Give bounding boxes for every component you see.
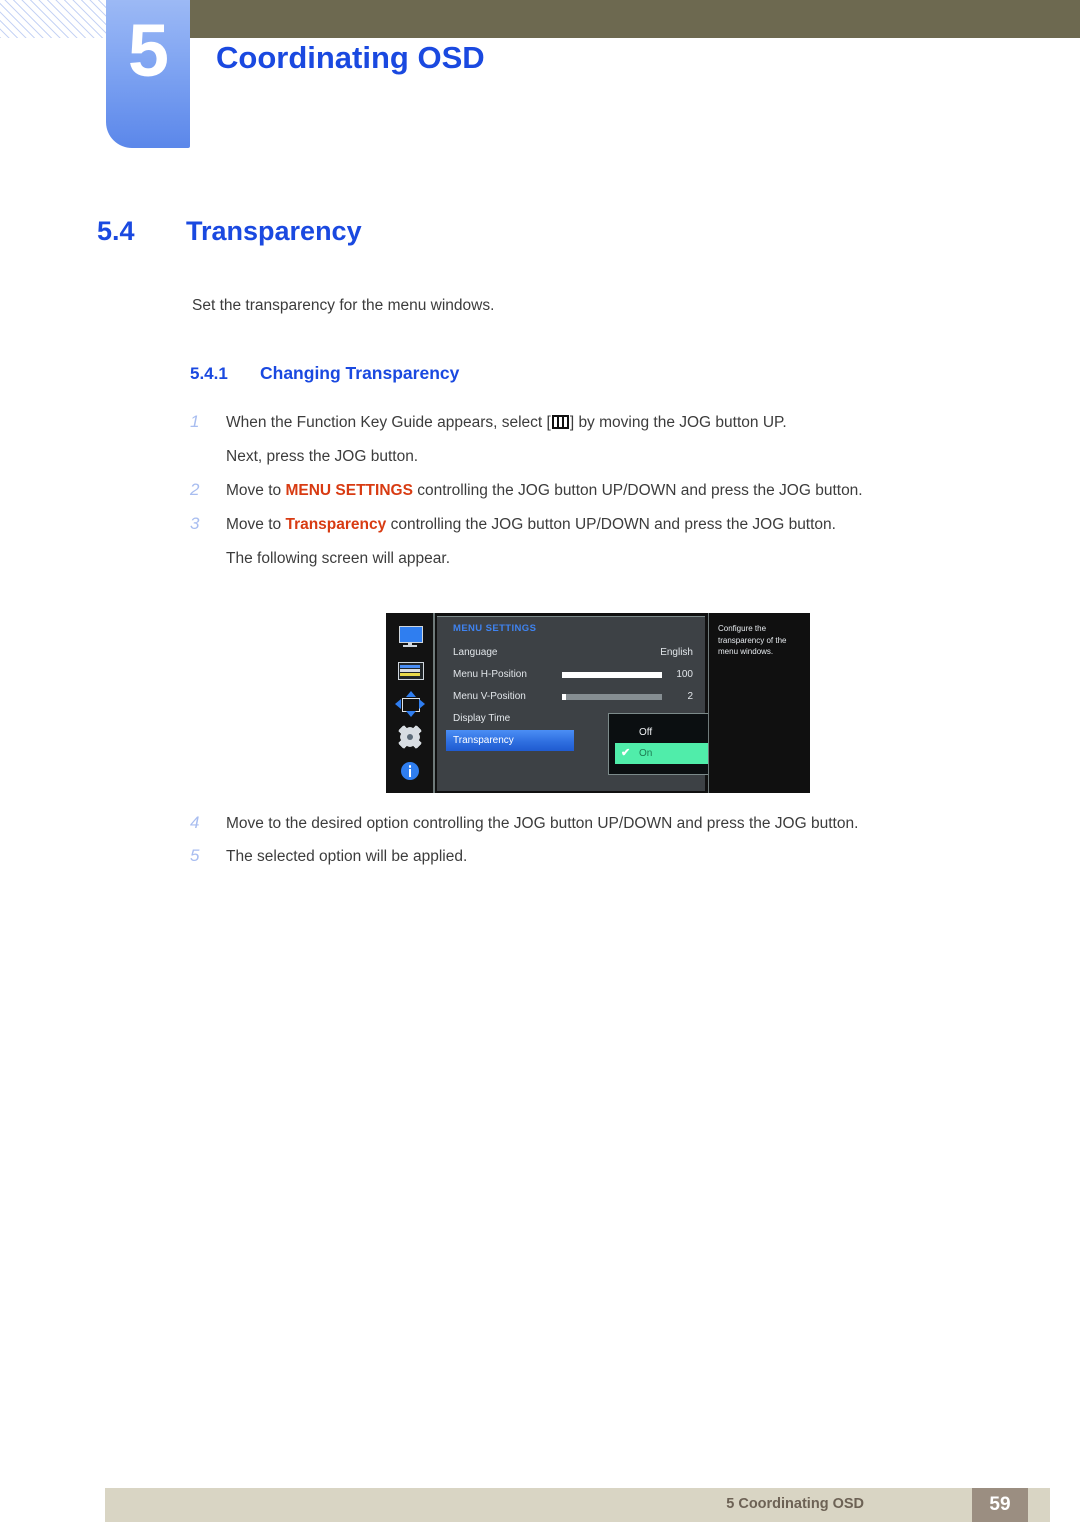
- osd-description-text: Configure the transparency of the menu w…: [718, 624, 787, 657]
- osd-row-label: Transparency: [453, 735, 514, 746]
- step-text-after: ] by moving the JOG button UP.: [569, 414, 787, 431]
- step-text-before: Move to: [226, 515, 286, 533]
- osd-screenshot-figure: MENU SETTINGS Language English Menu H-Po…: [386, 613, 810, 793]
- info-icon[interactable]: [395, 759, 425, 785]
- header-olive-band: [190, 0, 1080, 38]
- step-text-after: controlling the JOG button UP/DOWN and p…: [412, 482, 863, 500]
- step-continuation: Next, press the JOG button.: [226, 448, 419, 466]
- step-text: The selected option will be applied.: [226, 848, 468, 866]
- chapter-number: 5: [127, 9, 169, 92]
- page-number: 59: [989, 1494, 1011, 1515]
- position-move-icon[interactable]: [394, 691, 425, 717]
- step-text: When the Function Key Guide appears, sel…: [226, 412, 990, 434]
- osd-row-value: English: [660, 647, 693, 658]
- step-text: Move to Transparency controlling the JOG…: [226, 514, 990, 536]
- osd-row-value: 2: [687, 691, 693, 702]
- osd-row-label: Menu H-Position: [453, 669, 527, 680]
- chapter-tab: 5: [106, 0, 190, 148]
- chapter-title: Coordinating OSD: [216, 40, 485, 75]
- osd-main-panel: MENU SETTINGS Language English Menu H-Po…: [437, 616, 754, 791]
- osd-sidebar: [386, 613, 435, 793]
- step-text-after: controlling the JOG button UP/DOWN and p…: [386, 515, 836, 533]
- osd-row-label: Menu V-Position: [453, 691, 526, 702]
- gear-icon[interactable]: [395, 725, 425, 751]
- list-item: 2 Move to MENU SETTINGS controlling the …: [190, 480, 990, 502]
- osd-row-value: 100: [676, 669, 693, 680]
- osd-panel-title: MENU SETTINGS: [453, 623, 537, 634]
- menu-bars-icon: [551, 415, 569, 429]
- footer-chapter-label: 5 Coordinating OSD: [726, 1496, 864, 1512]
- page-header: 5 Coordinating OSD: [0, 0, 1080, 170]
- osd-row-menu-v-position[interactable]: Menu V-Position 2: [437, 686, 705, 708]
- step-continuation: The following screen will appear.: [226, 550, 451, 568]
- list-item: 5 The selected option will be applied.: [190, 846, 990, 868]
- page-number-box: 59: [972, 1488, 1028, 1522]
- subsection-number: 5.4.1: [190, 364, 228, 383]
- menu-v-position-slider[interactable]: [562, 694, 662, 700]
- page-footer: 5 Coordinating OSD 59: [105, 1488, 1050, 1522]
- check-icon: ✔: [621, 747, 631, 759]
- decorative-hatch-pattern: [0, 0, 106, 38]
- subsection-title: Changing Transparency: [260, 363, 460, 383]
- osd-row-menu-h-position[interactable]: Menu H-Position 100: [437, 664, 705, 686]
- osd-row-label: Language: [453, 647, 498, 658]
- page-title: Transparency: [186, 216, 362, 246]
- keyword-menu-settings: MENU SETTINGS: [285, 482, 413, 500]
- step-number: 4: [190, 813, 200, 832]
- list-item: 3 Move to Transparency controlling the J…: [190, 514, 990, 568]
- step-text-before: When the Function Key Guide appears, sel…: [226, 414, 551, 431]
- step-text: Move to MENU SETTINGS controlling the JO…: [226, 480, 990, 502]
- osd-description-panel: Configure the transparency of the menu w…: [708, 613, 810, 793]
- monitor-icon[interactable]: [395, 623, 425, 649]
- procedure-steps-top: 1 When the Function Key Guide appears, s…: [190, 412, 990, 582]
- step-number: 3: [190, 513, 200, 533]
- menu-h-position-slider[interactable]: [562, 672, 662, 678]
- procedure-steps-bottom: 4 Move to the desired option controlling…: [190, 813, 990, 880]
- osd-sidebar-icon-list: [386, 623, 433, 793]
- list-item: 4 Move to the desired option controlling…: [190, 813, 990, 835]
- step-number: 1: [190, 412, 200, 431]
- option-label: On: [639, 748, 653, 759]
- osd-row-language[interactable]: Language English: [437, 642, 705, 664]
- step-text-before: Move to: [226, 482, 286, 500]
- picture-settings-icon[interactable]: [395, 657, 425, 683]
- step-number: 5: [190, 846, 200, 866]
- option-label: Off: [639, 727, 653, 738]
- step-number: 2: [190, 480, 200, 500]
- step-text: Move to the desired option controlling t…: [226, 815, 859, 832]
- list-item: 1 When the Function Key Guide appears, s…: [190, 412, 990, 466]
- section-number: 5.4: [97, 216, 135, 246]
- section-intro-text: Set the transparency for the menu window…: [192, 297, 495, 314]
- osd-row-label: Display Time: [453, 713, 511, 724]
- keyword-transparency: Transparency: [285, 515, 387, 533]
